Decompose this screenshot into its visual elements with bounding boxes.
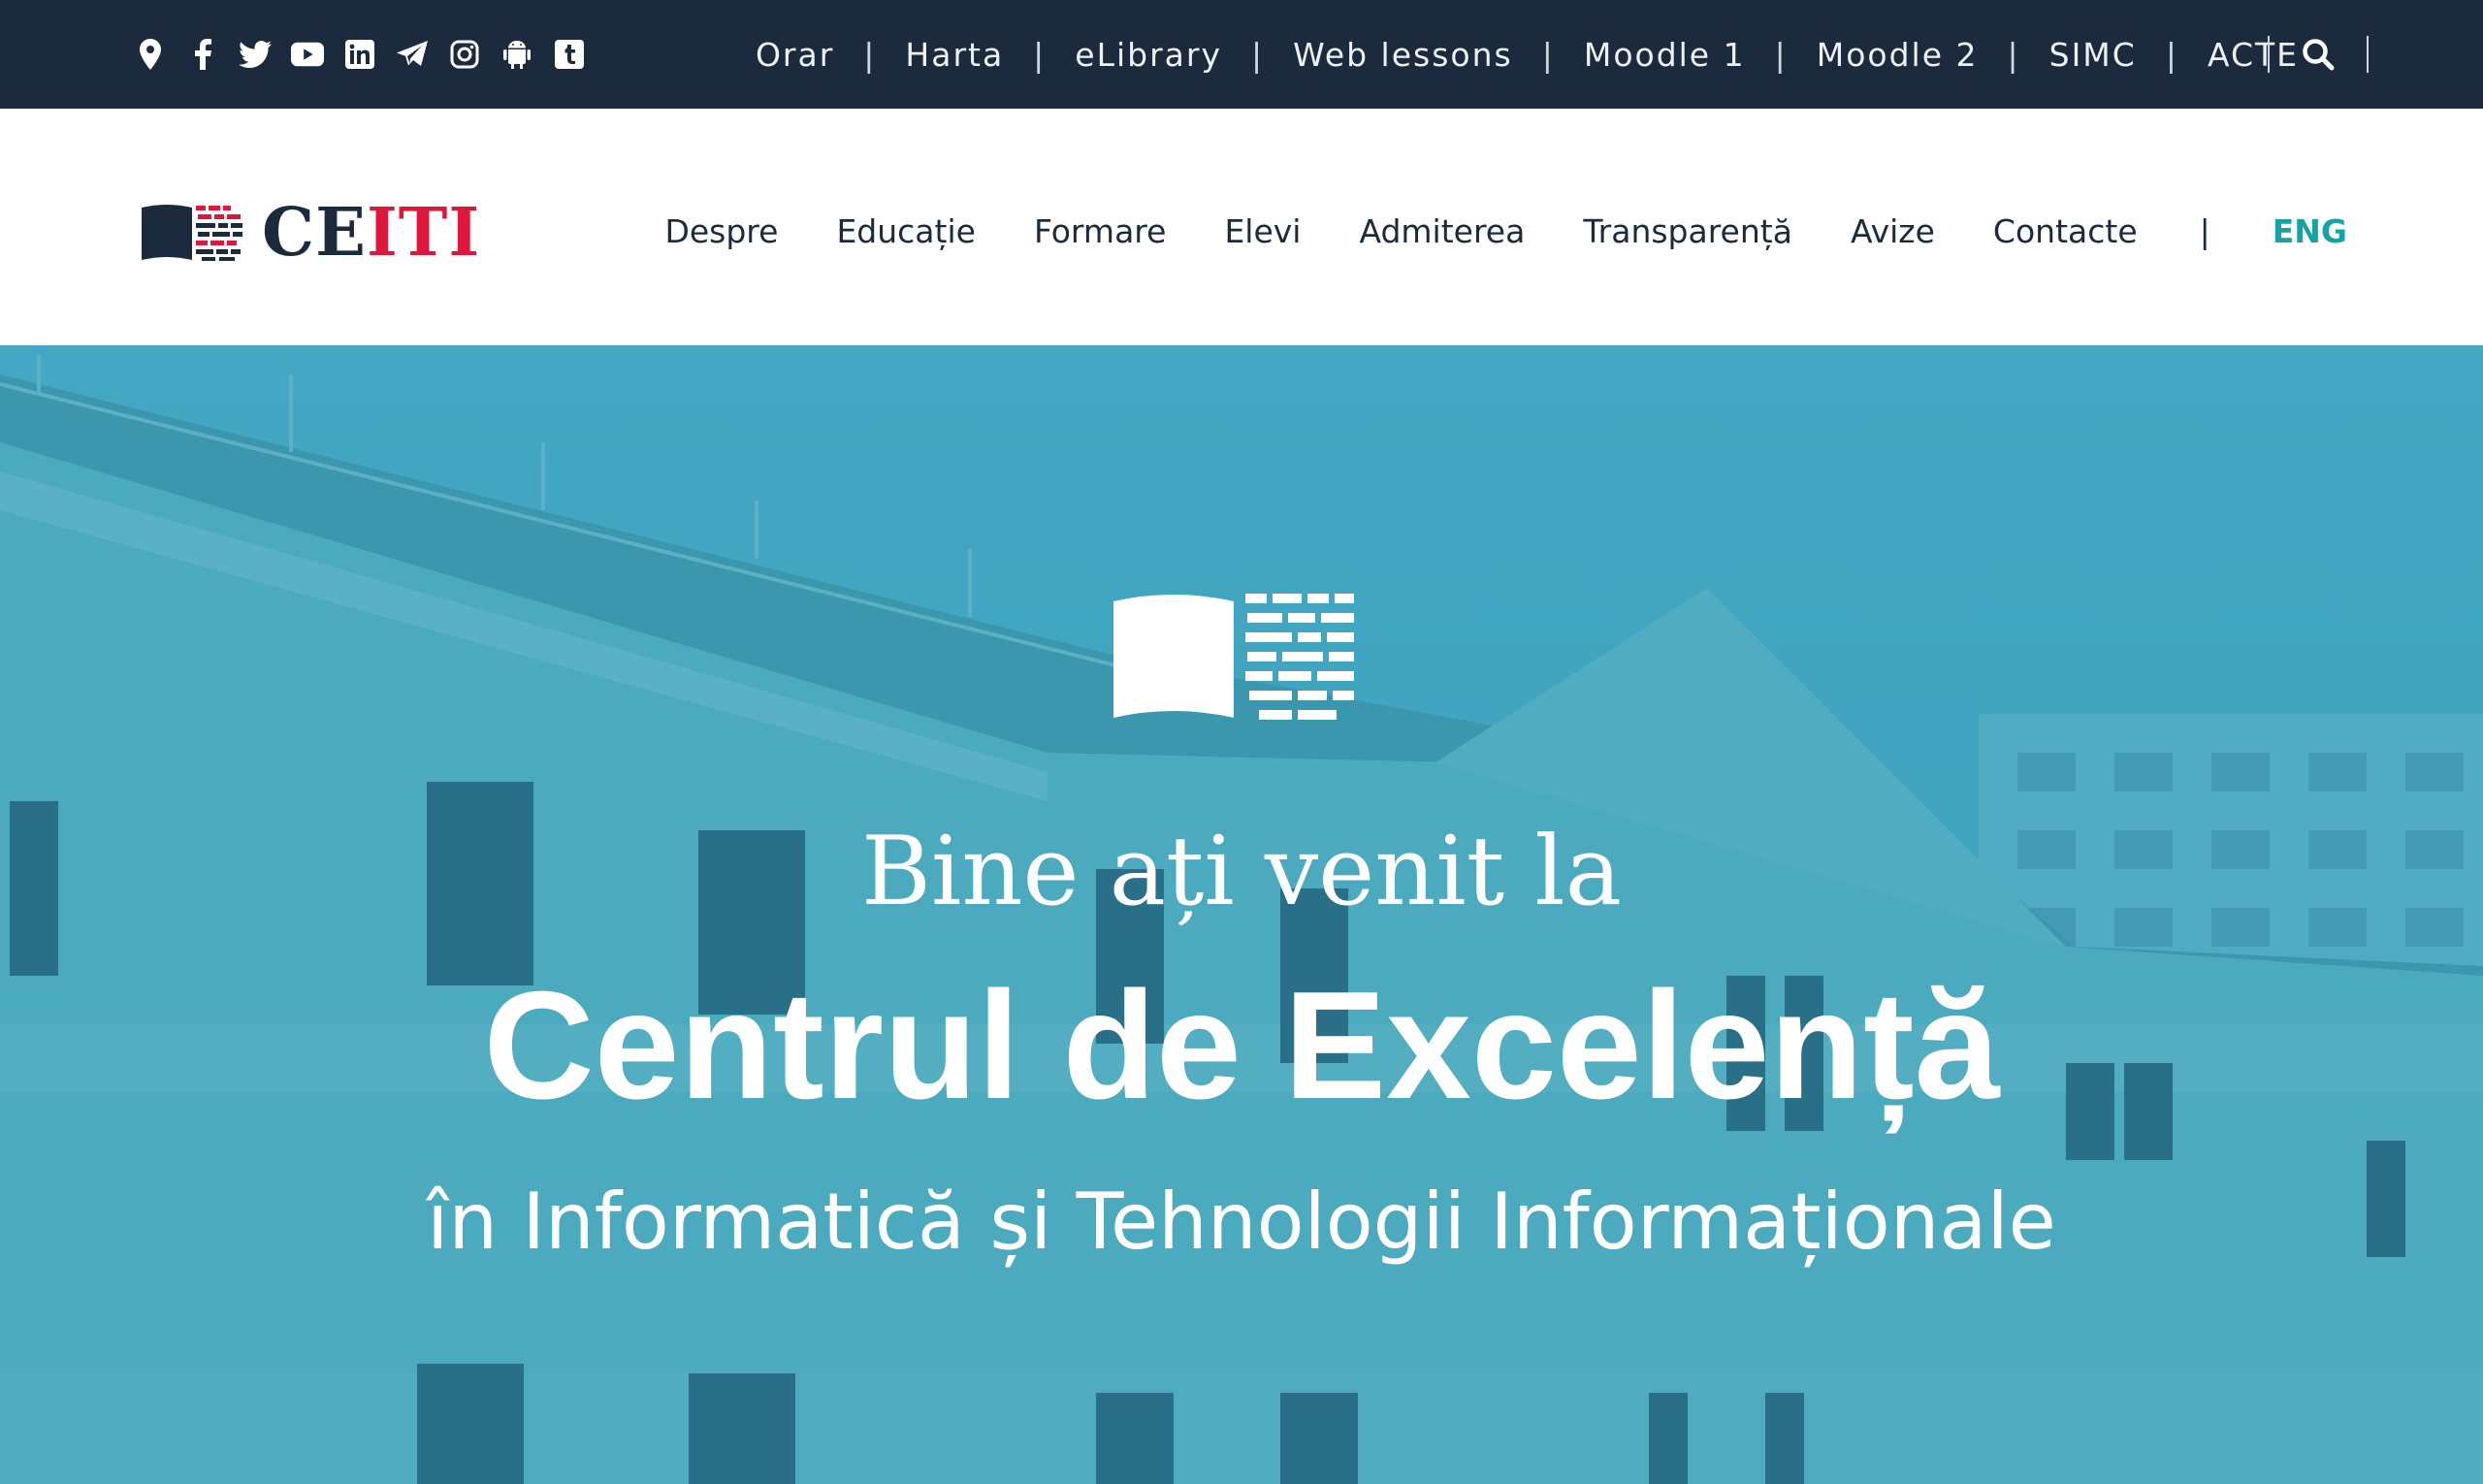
search-icon[interactable]	[2299, 35, 2338, 74]
hero-title: Centrul de Excelență	[483, 960, 2000, 1131]
separator: |	[1774, 35, 1788, 74]
twitter-icon[interactable]	[239, 38, 272, 71]
divider	[2367, 36, 2369, 73]
hero-banner: Bine ați venit la Centrul de Excelență î…	[0, 345, 2483, 1484]
toplink-web-lessons[interactable]: Web lessons	[1293, 36, 1513, 74]
separator: |	[1541, 35, 1555, 74]
nav-educatie[interactable]: Educație	[836, 212, 976, 250]
language-switch[interactable]: ENG	[2273, 212, 2347, 250]
logo-flag-icon	[142, 205, 242, 261]
nav-separator: |	[2199, 211, 2210, 250]
logo-text: CEITI	[262, 200, 480, 266]
instagram-icon[interactable]	[448, 38, 481, 71]
toplink-simc[interactable]: SIMC	[2049, 36, 2137, 74]
site-header: CEITI Despre Educație Formare Elevi Admi…	[0, 109, 2483, 345]
nav-transparenta[interactable]: Transparență	[1583, 212, 1792, 250]
site-logo[interactable]: CEITI	[142, 194, 480, 272]
top-links: Orar | Harta | eLibrary | Web lessons | …	[756, 29, 2299, 80]
toplink-harta[interactable]: Harta	[905, 36, 1004, 74]
separator: |	[2165, 35, 2178, 74]
android-icon[interactable]	[500, 38, 533, 71]
nav-avize[interactable]: Avize	[1851, 212, 1935, 250]
youtube-icon[interactable]	[291, 38, 324, 71]
separator: |	[1033, 35, 1047, 74]
nav-despre[interactable]: Despre	[664, 212, 778, 250]
hero-welcome-line: Bine ați venit la	[860, 817, 1623, 927]
toplink-moodle-1[interactable]: Moodle 1	[1584, 36, 1746, 74]
toplink-moodle-2[interactable]: Moodle 2	[1817, 36, 1979, 74]
separator: |	[2007, 35, 2020, 74]
divider	[2268, 36, 2270, 73]
nav-admiterea[interactable]: Admiterea	[1359, 212, 1525, 250]
main-navigation: Despre Educație Formare Elevi Admiterea …	[664, 202, 2347, 260]
separator: |	[1251, 35, 1265, 74]
telegram-icon[interactable]	[396, 38, 429, 71]
tumblr-icon[interactable]	[553, 38, 586, 71]
top-bar: Orar | Harta | eLibrary | Web lessons | …	[0, 0, 2483, 109]
nav-elevi[interactable]: Elevi	[1224, 212, 1301, 250]
facebook-icon[interactable]	[186, 38, 219, 71]
social-links	[134, 35, 586, 74]
hero-logo-flag-icon	[1113, 594, 1354, 720]
map-pin-icon[interactable]	[134, 38, 167, 71]
search-area	[2268, 29, 2369, 80]
linkedin-icon[interactable]	[343, 38, 376, 71]
logo-text-ce: CE	[262, 194, 367, 272]
toplink-elibrary[interactable]: eLibrary	[1075, 36, 1222, 74]
separator: |	[863, 35, 877, 74]
nav-formare[interactable]: Formare	[1034, 212, 1167, 250]
nav-contacte[interactable]: Contacte	[1993, 212, 2138, 250]
logo-text-iti: ITI	[366, 194, 481, 272]
hero-subtitle: în Informatică și Tehnologii Informațion…	[427, 1177, 2056, 1267]
toplink-orar[interactable]: Orar	[756, 36, 834, 74]
